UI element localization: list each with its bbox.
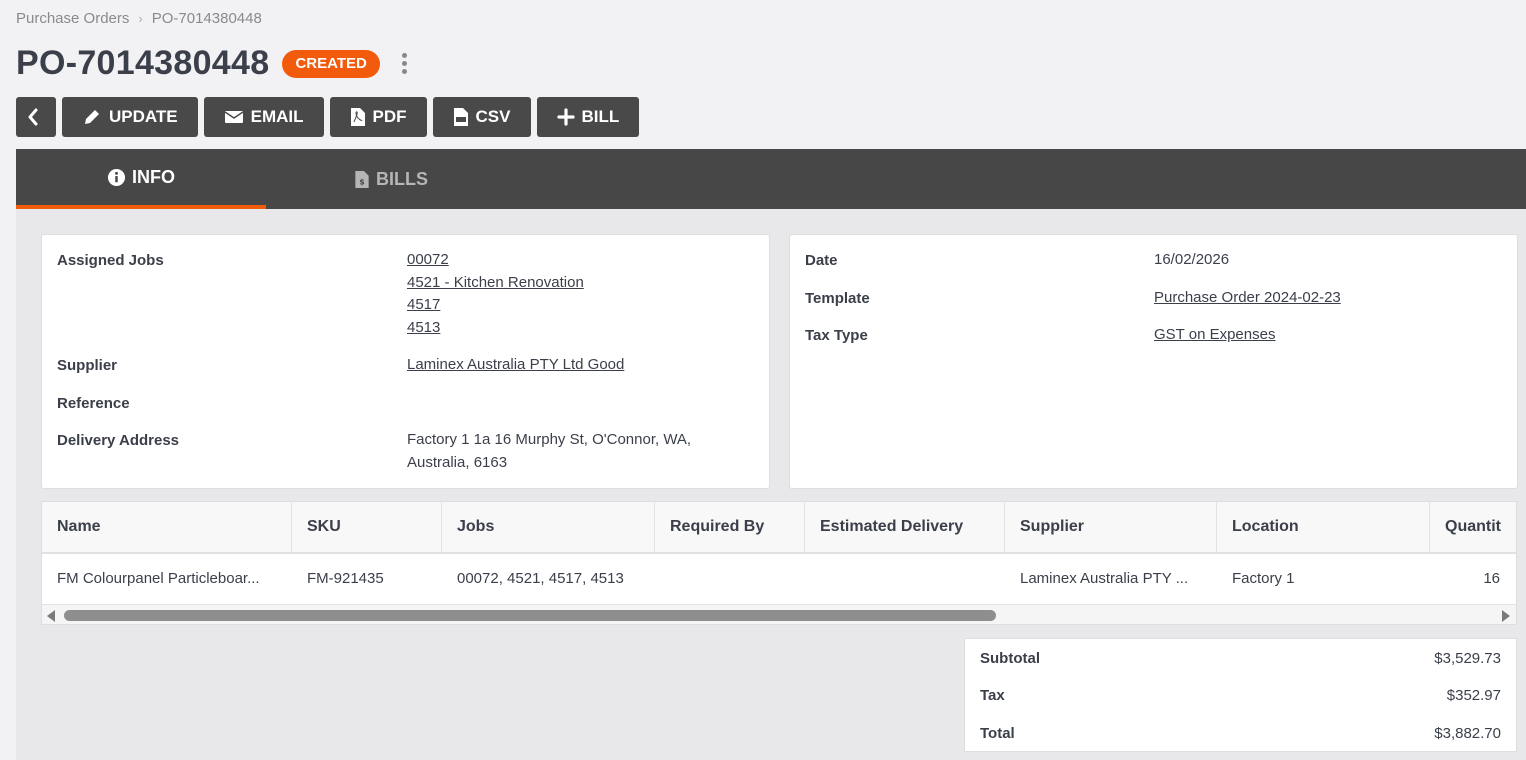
csv-button[interactable]: CSV: [432, 97, 531, 137]
assigned-job-link[interactable]: 4517: [407, 294, 584, 317]
order-details-card: Assigned Jobs 00072 4521 - Kitchen Renov…: [41, 234, 770, 489]
pencil-icon: [85, 108, 101, 124]
envelope-icon: [224, 111, 244, 123]
cell-name: FM Colourpanel Particleboar...: [57, 570, 260, 587]
column-header-name[interactable]: Name: [42, 502, 292, 552]
tab-bar: INFO $ BILLS: [16, 149, 1526, 209]
column-header-required-by[interactable]: Required By: [655, 502, 805, 552]
breadcrumb: Purchase Orders › PO-7014380448: [16, 10, 262, 27]
cell-required-by: [655, 554, 805, 604]
total-label: Total: [980, 725, 1015, 742]
update-button-label: UPDATE: [109, 107, 178, 126]
tax-type-value: GST on Expenses: [1154, 324, 1275, 347]
bill-button[interactable]: BILL: [536, 97, 640, 137]
line-items-table: Name SKU Jobs Required By Estimated Deli…: [41, 501, 1517, 625]
cell-sku: FM-921435: [307, 570, 384, 587]
pdf-file-icon: [350, 108, 365, 126]
column-header-supplier[interactable]: Supplier: [1005, 502, 1217, 552]
update-button[interactable]: UPDATE: [62, 97, 198, 137]
info-icon: [107, 168, 126, 186]
tax-type-link[interactable]: GST on Expenses: [1154, 324, 1275, 347]
plus-icon: [556, 108, 575, 126]
more-options-icon[interactable]: [401, 53, 408, 74]
chevron-right-icon: ›: [138, 11, 143, 26]
assigned-job-link[interactable]: 4521 - Kitchen Renovation: [407, 272, 584, 295]
page-header: PO-7014380448 CREATED: [16, 44, 408, 83]
column-header-estimated-delivery[interactable]: Estimated Delivery: [805, 502, 1005, 552]
scroll-left-arrow-icon[interactable]: [47, 610, 55, 622]
bill-button-label: BILL: [581, 107, 620, 126]
template-label: Template: [805, 290, 870, 307]
supplier-link[interactable]: Laminex Australia PTY Ltd Good: [407, 354, 624, 377]
delivery-address-value: Factory 1 1a 16 Murphy St, O'Connor, WA,…: [407, 429, 691, 474]
table-row[interactable]: FM Colourpanel Particleboar... FM-921435…: [42, 554, 1516, 605]
column-header-sku[interactable]: SKU: [292, 502, 442, 552]
column-header-location[interactable]: Location: [1217, 502, 1430, 552]
back-button[interactable]: [16, 97, 56, 137]
tab-info[interactable]: INFO: [16, 149, 266, 209]
breadcrumb-current: PO-7014380448: [151, 10, 262, 27]
date-value: 16/02/2026: [1154, 251, 1230, 268]
scrollbar-thumb[interactable]: [64, 610, 996, 621]
delivery-address-line: Australia, 6163: [407, 453, 508, 471]
column-header-jobs[interactable]: Jobs: [442, 502, 655, 552]
action-toolbar: UPDATE EMAIL PDF CSV BILL: [16, 97, 640, 137]
template-link[interactable]: Purchase Order 2024-02-23: [1154, 287, 1341, 310]
invoice-file-icon: $: [355, 170, 369, 188]
info-panel: Assigned Jobs 00072 4521 - Kitchen Renov…: [16, 209, 1526, 760]
tab-bills-label: BILLS: [376, 168, 428, 189]
cell-estimated-delivery: [805, 554, 1005, 604]
cell-jobs: 00072, 4521, 4517, 4513: [457, 570, 624, 587]
table-header: Name SKU Jobs Required By Estimated Deli…: [42, 502, 1516, 554]
delivery-address-line: Factory 1 1a 16 Murphy St, O'Connor, WA,: [407, 431, 692, 448]
column-header-quantity[interactable]: Quantit: [1430, 502, 1516, 552]
subtotal-value: $3,529.73: [1434, 650, 1501, 667]
assigned-jobs-label: Assigned Jobs: [57, 252, 164, 269]
total-value: $3,882.70: [1434, 725, 1501, 742]
subtotal-label: Subtotal: [980, 650, 1040, 667]
tax-type-label: Tax Type: [805, 327, 868, 344]
csv-file-icon: [453, 108, 468, 126]
cell-supplier: Laminex Australia PTY ...: [1020, 570, 1189, 587]
email-button-label: EMAIL: [250, 107, 304, 126]
scroll-right-arrow-icon[interactable]: [1502, 610, 1510, 622]
supplier-label: Supplier: [57, 357, 118, 374]
pdf-button[interactable]: PDF: [329, 97, 427, 137]
svg-text:$: $: [359, 177, 364, 186]
email-button[interactable]: EMAIL: [203, 97, 324, 137]
tab-info-label: INFO: [132, 166, 175, 187]
status-badge: CREATED: [282, 49, 380, 78]
date-label: Date: [805, 252, 838, 269]
supplier-value: Laminex Australia PTY Ltd Good: [407, 354, 624, 377]
cell-location: Factory 1: [1232, 570, 1295, 587]
pdf-button-label: PDF: [372, 107, 407, 126]
csv-button-label: CSV: [475, 107, 511, 126]
tax-value: $352.97: [1446, 687, 1501, 704]
horizontal-scrollbar[interactable]: [42, 605, 1516, 624]
cell-quantity: 16: [1483, 570, 1500, 587]
tax-label: Tax: [980, 687, 1005, 704]
assigned-job-link[interactable]: 4513: [407, 317, 584, 340]
tab-bills[interactable]: $ BILLS: [266, 149, 516, 209]
template-value: Purchase Order 2024-02-23: [1154, 287, 1341, 310]
reference-label: Reference: [57, 395, 130, 412]
delivery-address-label: Delivery Address: [57, 432, 180, 449]
assigned-jobs-list: 00072 4521 - Kitchen Renovation 4517 451…: [407, 249, 584, 339]
breadcrumb-purchase-orders[interactable]: Purchase Orders: [16, 10, 129, 27]
totals-panel: Subtotal $3,529.73 Tax $352.97 Total $3,…: [964, 638, 1517, 752]
page-title: PO-7014380448: [16, 44, 270, 82]
chevron-left-icon: [28, 108, 37, 126]
assigned-job-link[interactable]: 00072: [407, 249, 584, 272]
order-meta-card: Date 16/02/2026 Template Purchase Order …: [789, 234, 1518, 489]
